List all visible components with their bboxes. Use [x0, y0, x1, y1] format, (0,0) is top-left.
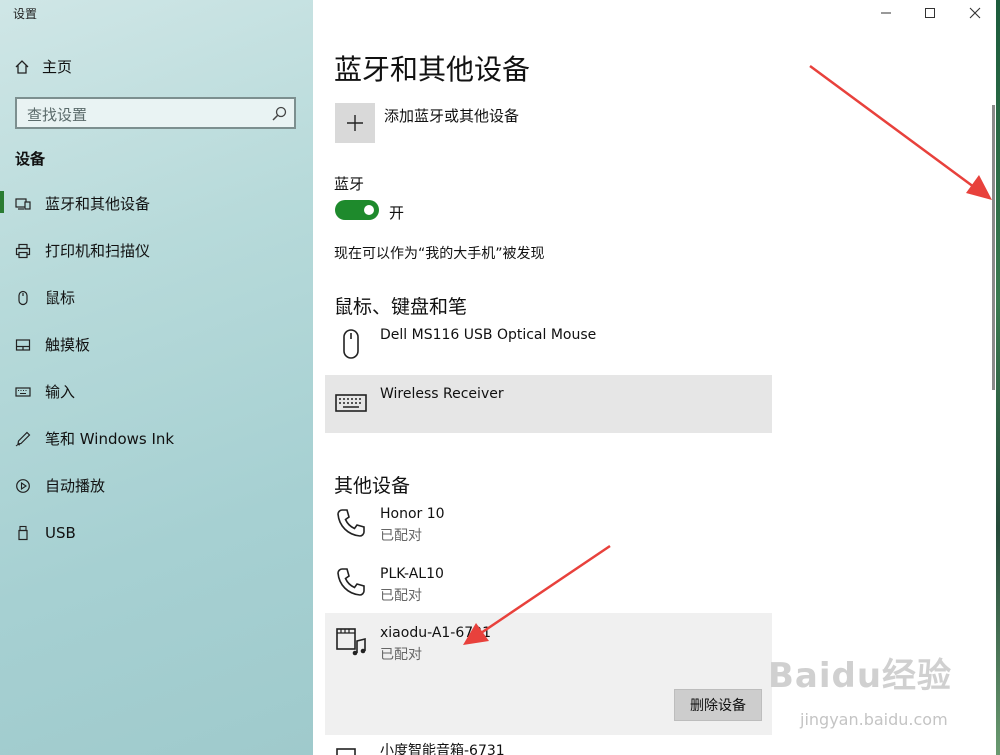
- arrow-to-scrollbar: [809, 64, 992, 200]
- watermark-logo: Baidu经验: [768, 656, 953, 696]
- watermark-url: jingyan.baidu.com: [800, 710, 948, 729]
- arrow-to-device: [463, 544, 611, 645]
- annotation-arrows: [463, 64, 992, 645]
